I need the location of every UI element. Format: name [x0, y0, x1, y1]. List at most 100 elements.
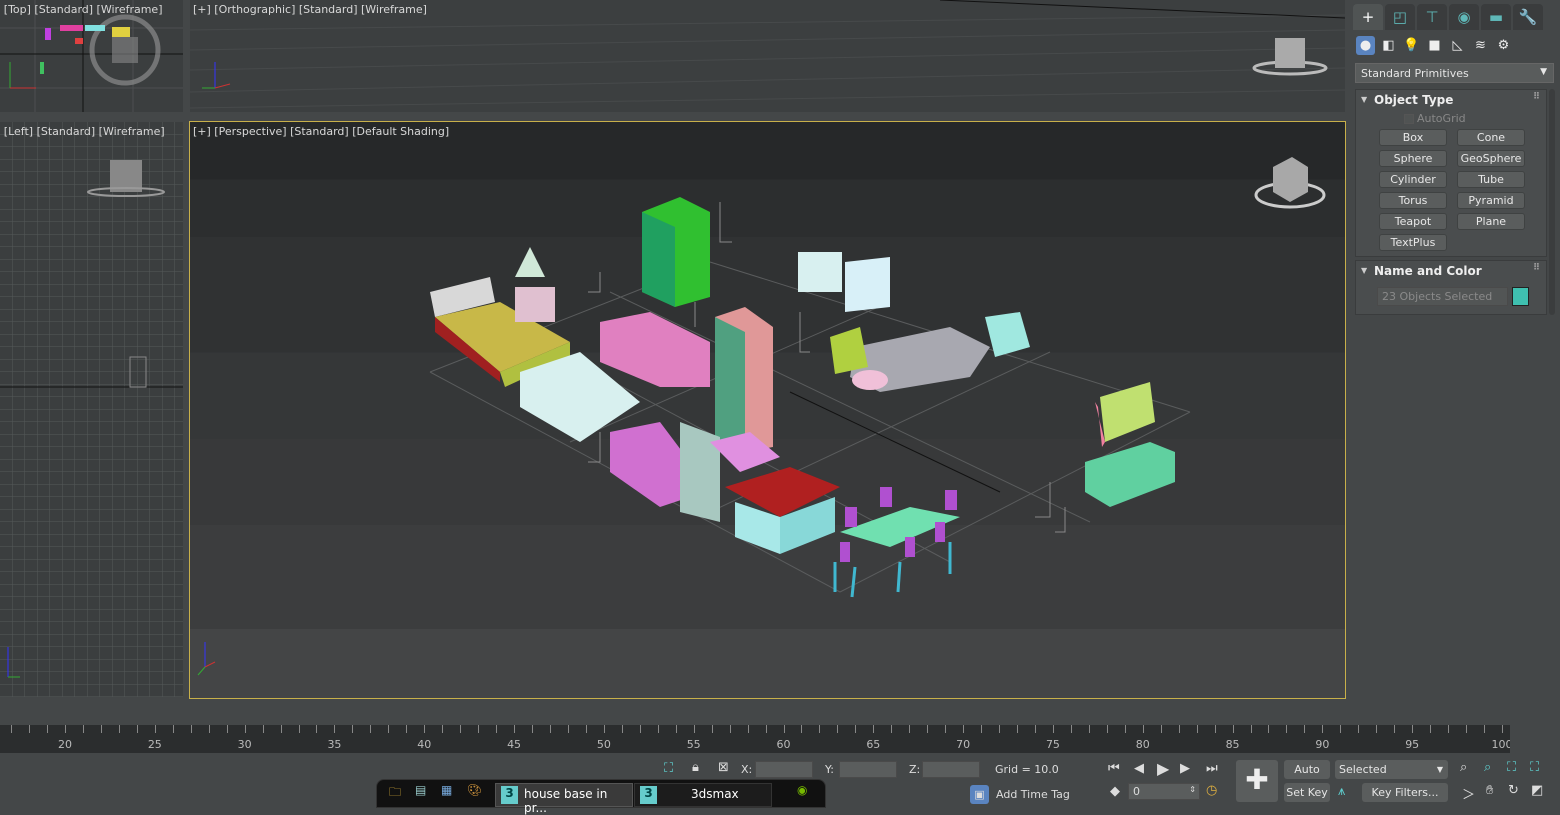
viewport-top-label[interactable]: ] [Top] [Standard] [Wireframe] — [0, 3, 163, 16]
time-configuration-icon[interactable]: ◷ — [1206, 783, 1217, 798]
nvidia-icon[interactable]: ◉ — [797, 783, 807, 807]
motion-icon: ◉ — [1457, 8, 1471, 26]
y-coordinate-field[interactable] — [839, 761, 897, 778]
motion-tab[interactable]: ◉ — [1449, 4, 1479, 30]
timeline-tick — [1142, 725, 1144, 733]
autogrid-checkbox[interactable]: AutoGrid — [1404, 112, 1466, 125]
zoom-all-icon[interactable]: ⌕ — [1484, 760, 1491, 775]
set-key-big-button[interactable]: ✚ — [1236, 760, 1278, 802]
timeline-tick — [909, 725, 911, 733]
timeline-tick — [801, 725, 803, 733]
timeline-tick — [1394, 725, 1396, 733]
paint-icon[interactable]: 🎨︎ — [467, 783, 482, 807]
pan-icon[interactable]: ✋︎ — [1486, 783, 1493, 798]
display-tab[interactable]: ▬ — [1481, 4, 1511, 30]
selection-lock-icon[interactable]: ⛶ — [664, 761, 673, 776]
timeline-tick — [1340, 725, 1342, 733]
key-filters-button[interactable]: Key Filters... — [1362, 783, 1448, 802]
panel-scrollbar[interactable] — [1549, 89, 1555, 315]
teapot-button[interactable]: Teapot — [1379, 213, 1447, 230]
object-type-header[interactable]: ▼ Object Type ⠿ — [1356, 90, 1546, 107]
timeline-tick — [1017, 725, 1018, 733]
notepad-icon[interactable]: ▤ — [415, 783, 426, 807]
pyramid-button[interactable]: Pyramid — [1457, 192, 1525, 209]
viewport-perspective-label[interactable]: [+] [Perspective] [Standard] [Default Sh… — [193, 125, 449, 138]
timeline-frame-label: 20 — [58, 738, 72, 751]
viewport-perspective[interactable]: [+] [Perspective] [Standard] [Default Sh… — [189, 121, 1346, 699]
tube-button[interactable]: Tube — [1457, 171, 1525, 188]
timeline-tick — [424, 725, 426, 733]
grid-size: Grid = 10.0 — [995, 763, 1059, 776]
play-icon[interactable]: ▶︎ — [1157, 759, 1169, 778]
viewport-left-label[interactable]: ] [Left] [Standard] [Wireframe] — [0, 125, 165, 138]
modify-tab[interactable]: ◰ — [1385, 4, 1415, 30]
textplus-button[interactable]: TextPlus — [1379, 234, 1447, 251]
timeline-ruler[interactable]: 20 25 30 35 40 45 50 55 60 65 70 75 80 85 90 95 100 — [0, 725, 1513, 753]
timeline-tick — [298, 725, 300, 733]
zoom-extents-all-icon[interactable]: ⛶ — [1530, 760, 1539, 775]
lights-icon[interactable]: 💡 — [1402, 36, 1421, 55]
z-coordinate-field[interactable] — [922, 761, 980, 778]
timeline-tick — [334, 725, 336, 733]
torus-button[interactable]: Torus — [1379, 192, 1447, 209]
shapes-icon[interactable]: ◧ — [1379, 36, 1398, 55]
hierarchy-tab[interactable]: ⊤ — [1417, 4, 1447, 30]
plane-button[interactable]: Plane — [1457, 213, 1525, 230]
zoom-icon[interactable]: ⌕ — [1460, 760, 1467, 775]
viewport-orthographic[interactable]: [+] [Orthographic] [Standard] [Wireframe… — [190, 0, 1345, 112]
default-tangents-icon[interactable]: ⩚ — [1338, 784, 1345, 799]
taskbar-window-house-base[interactable]: 3 house base in pr... — [495, 783, 633, 815]
timeline-tick — [1070, 725, 1072, 733]
auto-key-button[interactable]: Auto Key — [1284, 760, 1330, 795]
timeline-tick — [747, 725, 749, 733]
spacewarps-icon[interactable]: ≋ — [1471, 36, 1490, 55]
add-time-tag-label[interactable]: Add Time Tag — [996, 788, 1070, 801]
lock-icon[interactable]: 🔒︎ — [692, 760, 699, 775]
key-mode-dropdown[interactable]: Selected ▼ — [1335, 760, 1448, 779]
sphere-button[interactable]: Sphere — [1379, 150, 1447, 167]
orbit-icon[interactable]: ↻ — [1508, 783, 1519, 798]
cylinder-button[interactable]: Cylinder — [1379, 171, 1447, 188]
box-button[interactable]: Box — [1379, 129, 1447, 146]
timeline-tick — [1106, 725, 1108, 733]
helpers-icon[interactable]: ◺ — [1448, 36, 1467, 55]
zoom-extents-icon[interactable]: ⛶ — [1507, 760, 1516, 775]
field-of-view-icon[interactable]: ＞ — [1462, 784, 1475, 803]
viewport-left[interactable]: ] [Left] [Standard] [Wireframe] — [0, 122, 183, 697]
cameras-icon[interactable]: ■ — [1425, 36, 1444, 55]
timeline-frame-label: 65 — [866, 738, 881, 751]
create-tab[interactable]: + — [1353, 4, 1383, 30]
current-frame-field[interactable]: 0 ⇕ — [1128, 783, 1200, 800]
timeline-tick — [1178, 725, 1180, 733]
absolute-mode-icon[interactable]: ⊠ — [718, 760, 729, 775]
object-color-swatch[interactable] — [1512, 287, 1529, 306]
maximize-viewport-icon[interactable]: ◩ — [1531, 783, 1543, 798]
timeline-tick — [1268, 725, 1270, 733]
object-name-field[interactable]: 23 Objects Selected — [1377, 287, 1508, 306]
previous-frame-icon[interactable]: ◀︎ — [1134, 761, 1144, 776]
go-to-end-icon[interactable]: ⏭ — [1206, 761, 1218, 776]
calculator-icon[interactable]: ▦ — [441, 783, 452, 807]
timeline-frame-label: 95 — [1405, 738, 1420, 751]
utilities-tab[interactable]: 🔧 — [1513, 4, 1543, 30]
chevron-down-icon: ▼ — [1436, 765, 1443, 774]
name-and-color-header[interactable]: ▼ Name and Color ⠿ — [1356, 261, 1546, 278]
timeline-tick — [981, 725, 983, 733]
taskbar-window-3dsmax[interactable]: 3 3dsmax — [634, 783, 772, 807]
category-dropdown[interactable]: Standard Primitives ▼ — [1355, 63, 1554, 83]
x-coordinate-field[interactable] — [755, 761, 813, 778]
geometry-icon[interactable]: ● — [1356, 36, 1375, 55]
timeline-tick — [388, 725, 390, 733]
next-frame-icon[interactable]: ▶︎ — [1180, 761, 1190, 776]
file-explorer-icon[interactable]: 🗀 — [389, 783, 401, 807]
viewport-top[interactable]: ] [Top] [Standard] [Wireframe] — [0, 0, 183, 112]
viewport-orthographic-label[interactable]: [+] [Orthographic] [Standard] [Wireframe… — [193, 3, 427, 16]
time-tag-icon[interactable]: ▣ — [970, 785, 989, 804]
geosphere-button[interactable]: GeoSphere — [1457, 150, 1525, 167]
set-key-button[interactable]: Set Key — [1284, 783, 1330, 802]
systems-icon[interactable]: ⚙ — [1494, 36, 1513, 55]
spinner-icon[interactable]: ⇕ — [1189, 785, 1196, 794]
cone-button[interactable]: Cone — [1457, 129, 1525, 146]
key-mode-toggle-icon[interactable]: ◆ — [1110, 784, 1120, 799]
go-to-start-icon[interactable]: ⏮ — [1108, 761, 1120, 776]
